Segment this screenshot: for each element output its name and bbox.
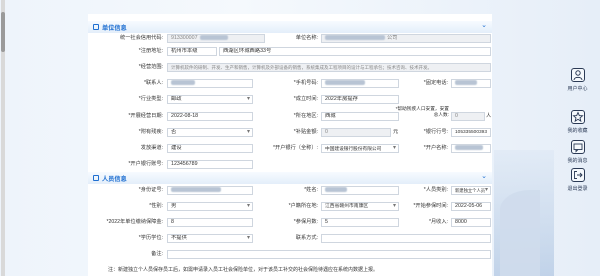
establish-label: *成立时间: [293,96,318,102]
sidebar-item-user-center[interactable]: 用户中心 [555,68,600,92]
form-date-label: *开展经营日期: [128,113,163,119]
household-select[interactable]: 江西省赣州市南康区 [321,202,399,211]
person-name-field[interactable] [321,186,399,195]
section-title: 单位信息 [102,25,127,32]
industry-label: *行业类型: [138,96,163,102]
user-icon [570,68,585,82]
degree-label: *学历学位: [138,235,163,241]
page: 单位信息 ⌄ 统一社会信用代码: 913300007 单位名称: 公司 *注册地… [0,0,600,276]
province-field[interactable]: 杭州市本级 [167,47,217,56]
account-name-label: *开户名称: [423,145,448,151]
background-building-dome [500,190,540,276]
person-type-select[interactable]: 新建独立个人员 [451,186,491,195]
household-label: *户籍所在地: [288,203,318,209]
form-date-field[interactable]: 2022-08-18 [167,112,253,121]
chevron-down-icon[interactable]: ⌄ [481,21,487,29]
person-type-label: *人员类别: [423,187,448,193]
sidebar-item-label: 用户中心 [567,86,588,92]
sidebar-item-messages[interactable]: 我的消息 [555,140,600,164]
address-field[interactable]: 西湖区环城西路33号 [219,47,491,56]
sidebar-item-label: 我的收藏 [567,128,588,134]
sidebar-item-logout[interactable]: 退出登录 [555,168,600,192]
message-icon [570,140,585,154]
start-date-field[interactable]: 2022-05-06 [451,202,491,211]
ratio-label: *附有残疾: [138,129,163,135]
fixed-phone-label: *固定电话: [423,80,448,86]
pay-channel-label: 发放渠道: [140,145,163,151]
section-icon [93,24,99,30]
salary-field[interactable]: 8000 [451,218,491,227]
industry-select[interactable]: 邮政 [167,95,253,104]
account-field[interactable]: 123456789 [167,160,253,169]
fixed-phone-field[interactable] [451,79,491,88]
form-panel: 单位信息 ⌄ 统一社会信用代码: 913300007 单位名称: 公司 *注册地… [88,14,492,276]
credit-code-field: 913300007 [167,34,265,43]
sidebar-item-favorites[interactable]: 我的收藏 [555,110,600,134]
months-field[interactable]: 5 [321,218,399,227]
location-label: *所在地区: [293,113,318,119]
insure-label: *2022年单位缴纳保障金: [106,219,163,225]
id-number-label: *身份证号: [138,187,163,193]
unit-name-label: 单位名称: [295,35,318,41]
contact-method-label: 联系方式: [295,235,318,241]
gender-label: *性别: [149,203,163,209]
account-label: *开户银行账号: [128,161,163,167]
bank-label: *开户银行（全称）: [273,145,318,151]
remark-label: 备注: [151,251,163,257]
insure-field[interactable]: 8 [167,218,253,227]
mobile-label: *手机号码: [293,80,318,86]
remark-field[interactable] [167,250,491,259]
salary-label: *月收入: [428,219,448,225]
ratio-select[interactable]: 否 [167,128,253,137]
credit-code-label: 统一社会信用代码: [120,35,163,41]
contact-method-field[interactable] [321,234,491,243]
sidebar-item-label: 退出登录 [567,186,588,192]
unit-section-header[interactable]: 单位信息 ⌄ [88,21,492,33]
employees-unit: 人 [486,113,492,119]
degree-select[interactable]: 不提供 [167,234,253,243]
bank-select[interactable]: 中国建设银行股份有限公司 [321,144,399,153]
footnote: 注：新建独立个人员保存员工后，如需申请录入员工社会保险单位，对于该员工补交的社会… [108,267,379,273]
gender-select[interactable]: 男 [167,202,253,211]
employees-field: 0 [451,112,485,121]
chevron-down-icon[interactable]: ⌄ [481,172,487,180]
pay-channel-field[interactable]: 建设 [167,144,253,153]
employees-label: *帮助残疾人口安置，安置总人数: [395,106,449,117]
account-name-field[interactable] [451,144,491,153]
contact-field[interactable] [167,79,253,88]
subsidy-unit: 元 [393,129,399,135]
star-icon [570,110,585,124]
months-label: *参保月数: [293,219,318,225]
subsidy-field: 0 [321,128,391,137]
bank-code-field[interactable]: 105335500393 [451,128,491,137]
logout-icon [570,168,585,182]
establish-field[interactable]: 2022年房提存 [321,95,399,104]
address-label: *注册地址: [138,48,163,54]
person-section-header[interactable]: 人员信息 ⌄ [88,172,492,184]
contact-label: *联系人: [143,80,163,86]
scope-field: 计算机软件的研制、开发、生产和销售，计算机及外部设备的销售，系统集成及工程项目的… [167,63,491,72]
scrollbar-thumb[interactable] [1,12,5,52]
subsidy-label: *补贴金额: [293,129,318,135]
sidebar-item-label: 我的消息 [567,158,588,164]
section-icon [93,175,99,181]
mobile-field[interactable] [321,79,399,88]
section-title: 人员信息 [102,176,127,183]
id-number-field[interactable] [167,186,253,195]
person-name-label: *姓名: [304,187,318,193]
bank-code-label: *银行行号: [423,129,448,135]
unit-name-field: 公司 [321,34,491,43]
location-field[interactable]: 西城 [321,112,399,121]
start-date-label: *开始参保时间: [413,203,448,209]
scope-label: *经营范围: [138,64,163,70]
